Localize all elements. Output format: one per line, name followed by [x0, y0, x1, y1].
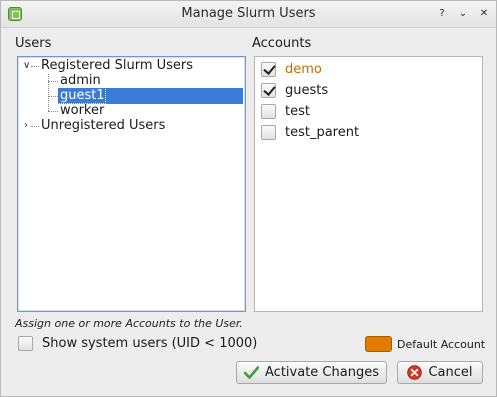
account-row-demo[interactable]: demo	[261, 60, 322, 78]
account-row-guests[interactable]: guests	[261, 81, 328, 99]
account-label: test_parent	[285, 124, 360, 140]
show-system-users-checkbox[interactable]	[18, 336, 33, 351]
manage-users-window: Manage Slurm Users ? ⌄ ✕ Users Accounts …	[0, 0, 497, 397]
cancel-label: Cancel	[428, 365, 473, 380]
tree-connector	[48, 74, 49, 111]
accounts-list[interactable]: demo guests test test_parent	[254, 56, 483, 312]
cancel-icon	[407, 365, 423, 380]
tree-node-user[interactable]: admin	[60, 72, 101, 89]
expander-right-icon[interactable]: ›	[24, 120, 28, 131]
tree-connector	[48, 96, 58, 97]
checkmark-icon	[244, 366, 260, 379]
tree-node-unregistered[interactable]: Unregistered Users	[41, 117, 165, 134]
activate-changes-button[interactable]: Activate Changes	[236, 361, 387, 384]
default-account-legend: Default Account	[397, 338, 486, 351]
account-label: guests	[285, 82, 329, 98]
window-title: Manage Slurm Users	[181, 6, 316, 21]
account-row-test-parent[interactable]: test_parent	[261, 123, 359, 141]
tree-connector	[31, 126, 39, 127]
users-label: Users	[15, 36, 52, 51]
close-icon[interactable]: ✕	[477, 7, 491, 21]
tree-connector	[31, 66, 39, 67]
tree-connector	[48, 111, 58, 112]
users-tree[interactable]: ∨ Registered Slurm Users admin guest1 wo…	[17, 56, 246, 312]
account-checkbox[interactable]	[261, 124, 276, 140]
expander-down-icon[interactable]: ∨	[23, 60, 30, 71]
account-label: demo	[285, 61, 322, 77]
accounts-label: Accounts	[252, 36, 312, 51]
cancel-button[interactable]: Cancel	[397, 361, 483, 384]
account-checkbox[interactable]	[261, 103, 276, 119]
show-system-users-toggle[interactable]: Show system users (UID < 1000)	[18, 336, 257, 351]
account-label: test	[285, 103, 310, 119]
title-bar[interactable]: Manage Slurm Users ? ⌄ ✕	[1, 1, 496, 28]
hint-text: Assign one or more Accounts to the User.	[15, 317, 243, 330]
account-checkbox[interactable]	[261, 82, 276, 98]
account-row-test[interactable]: test	[261, 102, 310, 120]
tree-connector	[48, 81, 58, 82]
show-system-users-label: Show system users (UID < 1000)	[42, 336, 258, 351]
activate-changes-label: Activate Changes	[265, 365, 379, 380]
minimize-icon[interactable]: ⌄	[456, 7, 470, 21]
account-checkbox[interactable]	[261, 61, 276, 77]
default-account-swatch	[365, 336, 392, 352]
tree-node-label: guest1	[57, 87, 106, 104]
help-icon[interactable]: ?	[435, 7, 449, 21]
